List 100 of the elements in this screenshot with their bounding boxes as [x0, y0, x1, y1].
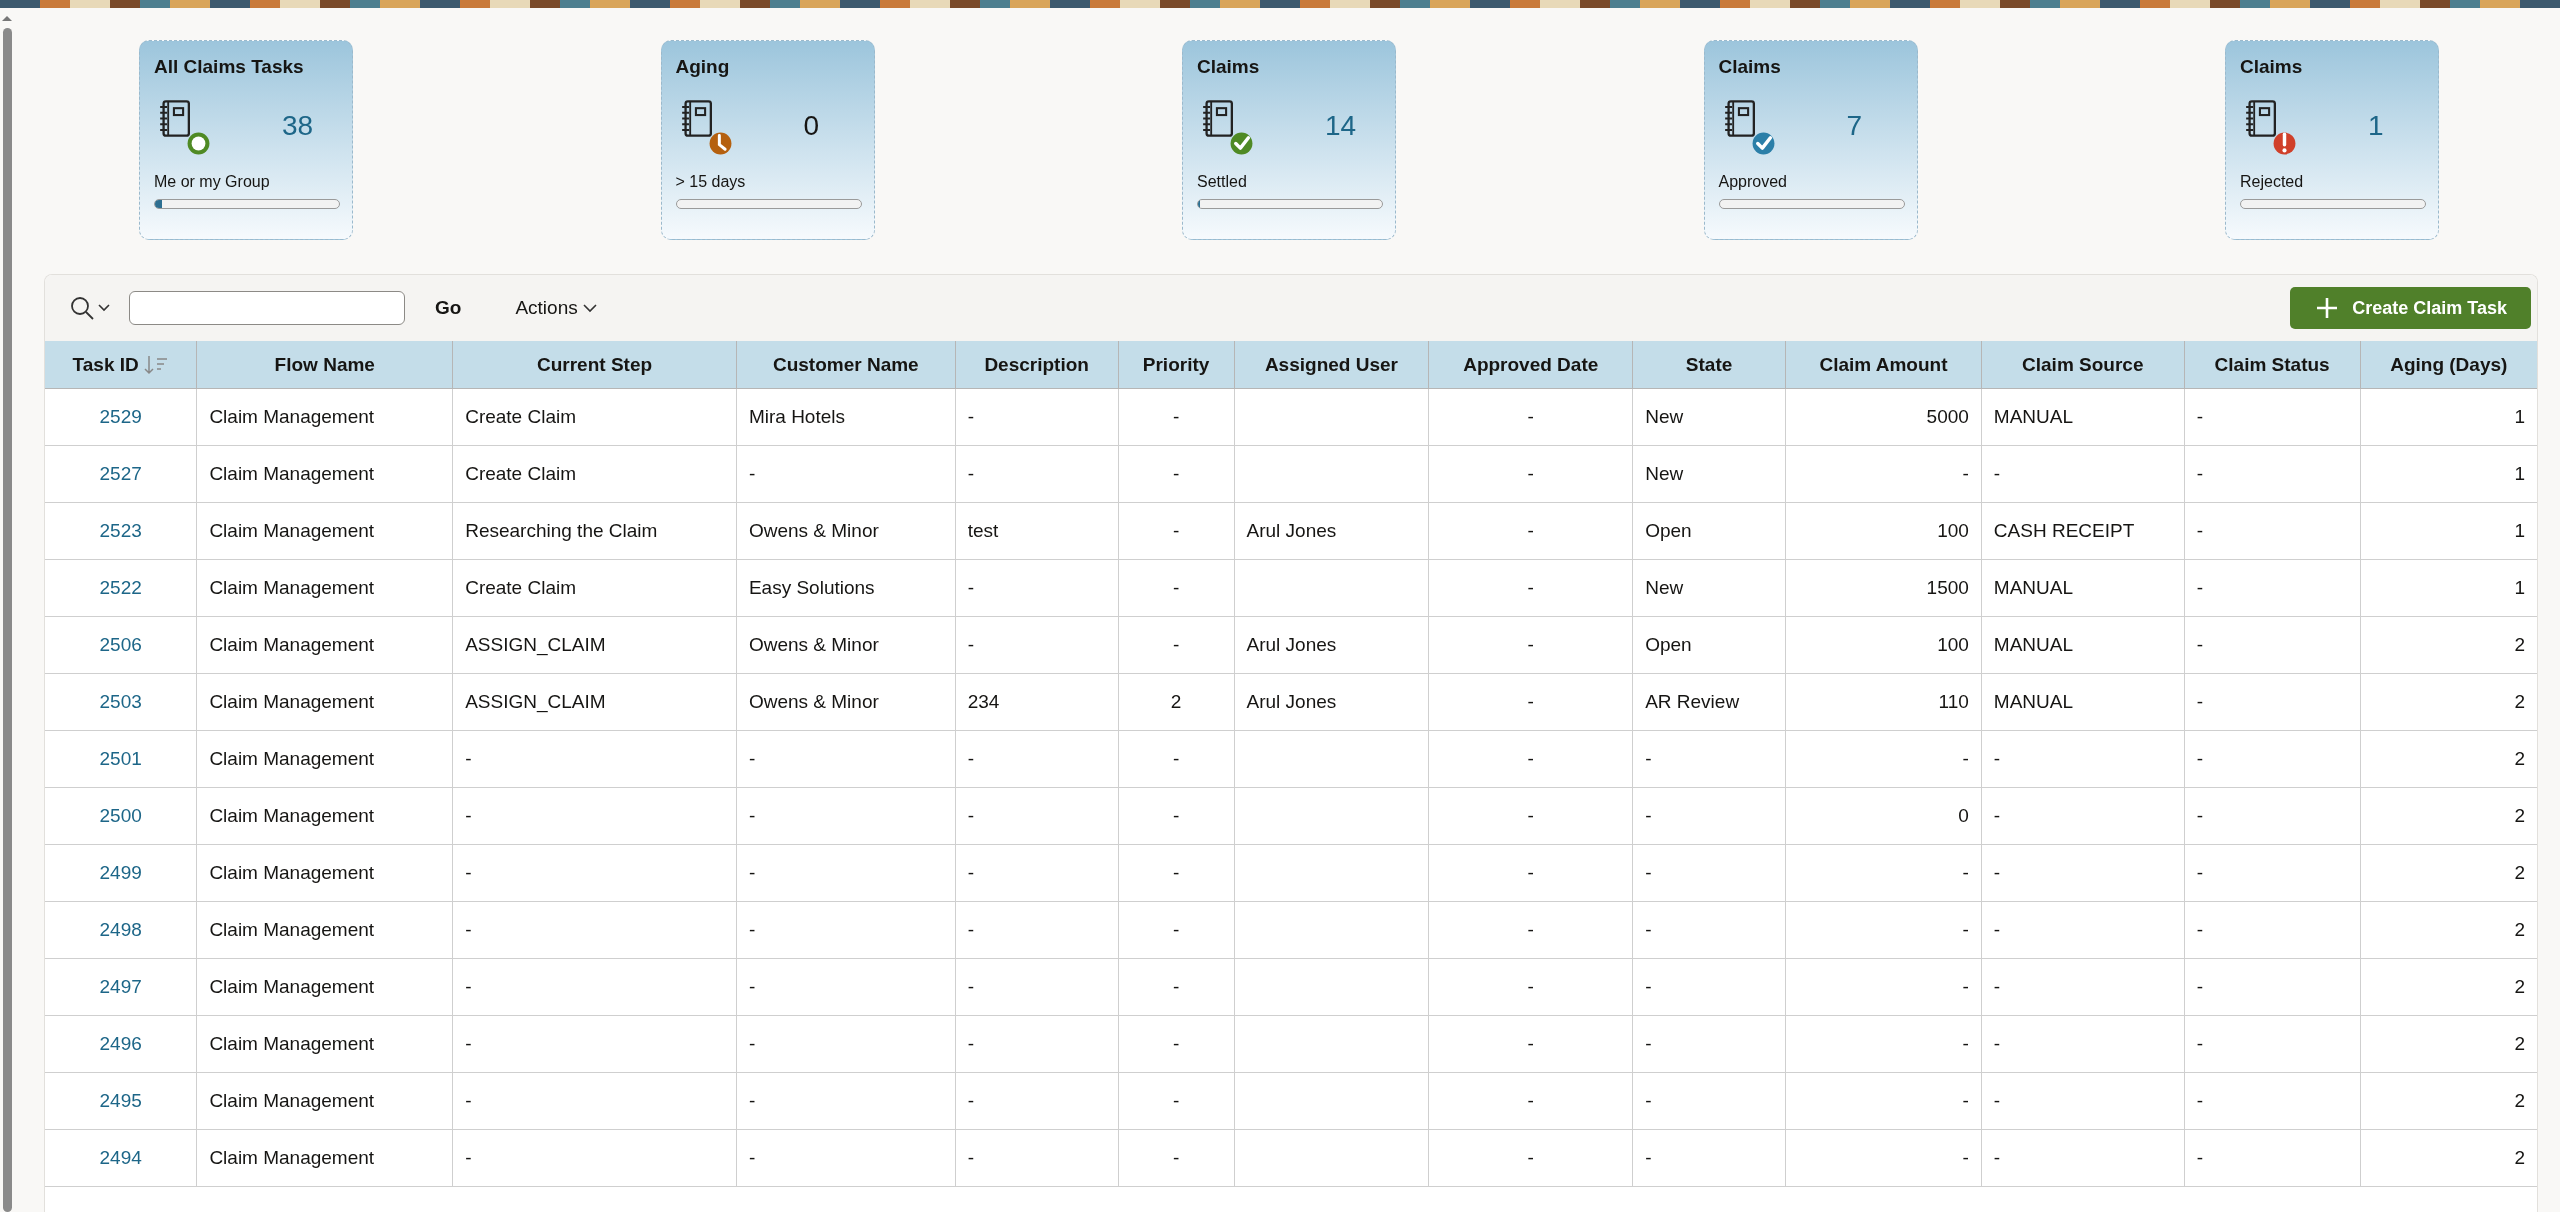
table-cell: -	[1428, 616, 1633, 674]
task-id-link[interactable]: 2503	[99, 691, 142, 712]
plus-icon	[2316, 297, 2339, 319]
stat-card[interactable]: Claims 14 Settled	[1182, 40, 1396, 240]
table-cell: ASSIGN_CLAIM	[452, 673, 737, 731]
column-header[interactable]: Priority	[1118, 341, 1234, 389]
task-id-link[interactable]: 2496	[99, 1033, 142, 1054]
table-cell: -	[1118, 787, 1234, 845]
column-header[interactable]: Claim Source	[1981, 341, 2185, 389]
table-cell: -	[2184, 844, 2361, 902]
table-cell: Easy Solutions	[736, 559, 956, 617]
table-cell: -	[955, 1015, 1119, 1073]
table-cell: Claim Management	[196, 673, 453, 731]
table-cell: Owens & Minor	[736, 502, 956, 560]
column-header[interactable]: State	[1632, 341, 1786, 389]
table-cell: -	[1118, 844, 1234, 902]
table-cell: -	[2184, 445, 2361, 503]
table-cell: -	[1785, 730, 1982, 788]
table-cell: MANUAL	[1981, 388, 2185, 446]
table-cell: -	[1785, 958, 1982, 1016]
table-cell: MANUAL	[1981, 673, 2185, 731]
table-cell: -	[2184, 730, 2361, 788]
table-cell: Owens & Minor	[736, 616, 956, 674]
table-cell: -	[955, 787, 1119, 845]
table-cell: Claim Management	[196, 559, 453, 617]
task-id-link[interactable]: 2498	[99, 919, 142, 940]
stat-card[interactable]: Claims 1 Rejected	[2225, 40, 2439, 240]
sort-descending-icon[interactable]	[142, 353, 169, 376]
card-title: Claims	[2240, 55, 2303, 79]
search-field[interactable]	[129, 291, 405, 325]
table-cell: 2	[2360, 958, 2537, 1016]
column-header[interactable]: Aging (Days)	[2360, 341, 2537, 389]
task-id-link[interactable]: 2527	[99, 463, 142, 484]
stat-card[interactable]: Aging 0 > 15 days	[660, 40, 875, 240]
column-header[interactable]: Claim Status	[2184, 341, 2361, 389]
table-cell: Create Claim	[452, 388, 737, 446]
notebook-icon	[1723, 100, 1755, 137]
table-cell: 2	[2360, 1072, 2537, 1130]
task-id-link[interactable]: 2522	[99, 577, 142, 598]
table-cell: -	[736, 958, 956, 1016]
table-cell: 2	[2360, 730, 2537, 788]
table-cell: -	[1785, 844, 1982, 902]
table-cell: -	[955, 1072, 1119, 1130]
table-cell: Claim Management	[196, 787, 453, 845]
column-header[interactable]: Customer Name	[736, 341, 956, 389]
table-cell: -	[736, 787, 956, 845]
task-id-link[interactable]: 2495	[99, 1090, 142, 1111]
task-id-link[interactable]: 2501	[99, 748, 142, 769]
stat-card[interactable]: All Claims Tasks 38 Me or my Group	[139, 40, 353, 240]
card-caption: Approved	[1718, 173, 1787, 191]
task-id-link[interactable]: 2500	[99, 805, 142, 826]
go-button[interactable]: Go	[423, 291, 474, 325]
stat-card[interactable]: Claims 7 Approved	[1703, 40, 1918, 240]
table-cell: -	[1632, 958, 1786, 1016]
column-header[interactable]: Assigned User	[1234, 341, 1429, 389]
table-cell: Arul Jones	[1234, 616, 1429, 674]
table-cell: -	[1428, 559, 1633, 617]
table-cell: -	[955, 958, 1119, 1016]
task-id-link[interactable]: 2497	[99, 976, 142, 997]
table-cell: -	[452, 730, 737, 788]
table-cell: 5000	[1785, 388, 1982, 446]
scroll-up-icon[interactable]	[1, 14, 13, 22]
table-cell: -	[1632, 901, 1786, 959]
table-cell: 2	[2360, 844, 2537, 902]
actions-menu-button[interactable]: Actions	[511, 291, 602, 325]
create-task-button[interactable]: Create Claim Task	[2290, 287, 2531, 329]
task-id-link[interactable]: 2506	[99, 634, 142, 655]
column-header[interactable]: Description	[955, 341, 1119, 389]
column-header[interactable]: Claim Amount	[1785, 341, 1982, 389]
table-cell: 2	[2360, 1015, 2537, 1073]
task-id-link[interactable]: 2494	[99, 1147, 142, 1168]
card-caption: Rejected	[2240, 173, 2304, 191]
table-cell: -	[1632, 1015, 1786, 1073]
table-cell: -	[1428, 844, 1633, 902]
table-cell: -	[1981, 445, 2185, 503]
table-cell: -	[452, 787, 737, 845]
column-header[interactable]: Flow Name	[196, 341, 453, 389]
table-cell: -	[2184, 787, 2361, 845]
task-id-link[interactable]: 2523	[99, 520, 142, 541]
table-cell: Claim Management	[196, 616, 453, 674]
table-cell: -	[1981, 958, 2185, 1016]
header-label: Task ID	[72, 353, 139, 376]
task-id-link[interactable]: 2529	[99, 406, 142, 427]
card-count: 1	[2368, 110, 2384, 142]
column-header[interactable]: Current Step	[452, 341, 737, 389]
table-cell: test	[955, 502, 1119, 560]
column-header[interactable]: Task ID	[45, 341, 197, 389]
task-id-link[interactable]: 2499	[99, 862, 142, 883]
column-header[interactable]: Approved Date	[1428, 341, 1633, 389]
table-cell: AR Review	[1632, 673, 1786, 731]
table-cell: -	[1981, 901, 2185, 959]
table-cell: Create Claim	[452, 445, 737, 503]
table-cell: Create Claim	[452, 559, 737, 617]
table-cell: -	[736, 1072, 956, 1130]
scrollbar-thumb[interactable]	[2, 28, 12, 1212]
table-cell: 2	[1118, 673, 1234, 731]
table-cell: Claim Management	[196, 388, 453, 446]
table-cell: -	[955, 730, 1119, 788]
table-cell: -	[1118, 958, 1234, 1016]
table-cell: -	[1428, 730, 1633, 788]
